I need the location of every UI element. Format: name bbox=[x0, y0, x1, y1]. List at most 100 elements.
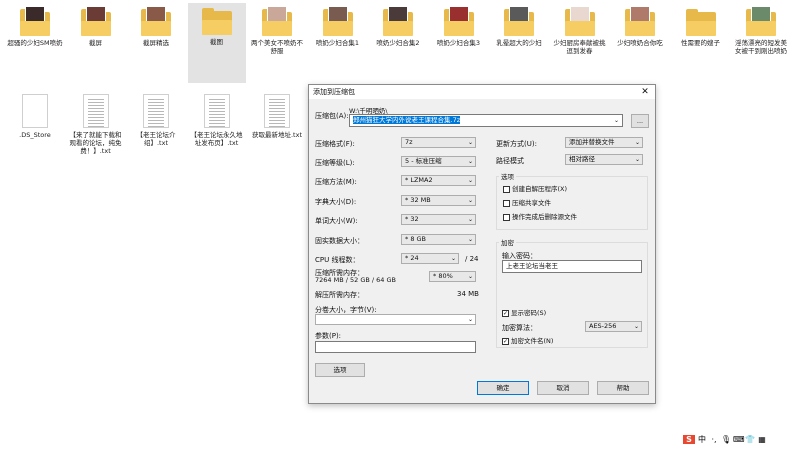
chevron-down-icon: ⌄ bbox=[467, 177, 473, 184]
cancel-button[interactable]: 取消 bbox=[537, 381, 589, 395]
path-label: 路径模式 bbox=[496, 157, 524, 165]
skin-icon[interactable]: 👕 bbox=[745, 435, 755, 444]
enc-method-label: 加密算法： bbox=[502, 324, 537, 332]
sogou-ime-icon[interactable]: S bbox=[683, 434, 695, 444]
desktop-folder[interactable]: 截屏 bbox=[67, 4, 125, 84]
level-label: 压缩等级(L): bbox=[315, 159, 355, 167]
password-input[interactable]: 上老王论坛当老王 bbox=[502, 260, 642, 273]
params-input[interactable] bbox=[315, 341, 476, 353]
enc-method-value: AES-256 bbox=[589, 322, 617, 330]
desktop-folder[interactable]: 两个美女不喷奶不舒服 bbox=[248, 4, 306, 84]
ok-button[interactable]: 确定 bbox=[477, 381, 529, 395]
system-tray: S 中 ·, 🎙 ⌨ 👕 ▦ bbox=[683, 431, 767, 447]
desktop-file[interactable]: 【老王论坛永久地址发布页】.txt bbox=[188, 90, 246, 172]
options-group-label: 选项 bbox=[499, 171, 516, 181]
folder-icon bbox=[141, 6, 171, 36]
format-select[interactable]: 7z ⌄ bbox=[401, 137, 476, 148]
folder-icon bbox=[443, 6, 474, 36]
desktop-file[interactable]: 获取最新地址.txt bbox=[248, 90, 306, 172]
path-select[interactable]: 相对路径 ⌄ bbox=[565, 154, 643, 165]
mem-percent-select[interactable]: * 80% ⌄ bbox=[429, 271, 476, 282]
ime-mode-icon[interactable]: 中 bbox=[697, 434, 707, 445]
toolbox-icon[interactable]: ▦ bbox=[757, 435, 767, 444]
options-button[interactable]: 选项 bbox=[315, 363, 365, 377]
desktop-folder[interactable]: 截图 bbox=[187, 3, 246, 83]
desktop-folder[interactable]: 乳晕超大的少妇 bbox=[490, 4, 548, 84]
folder-label: 淫荡漂亮的短发美女被干到刚出喷奶 bbox=[735, 39, 787, 55]
chevron-down-icon: ⌄ bbox=[450, 255, 456, 262]
solid-select[interactable]: * 8 GB ⌄ bbox=[401, 234, 476, 245]
folder-icon bbox=[625, 6, 655, 36]
method-value: * LZMA2 bbox=[405, 176, 433, 184]
desktop-folder[interactable]: 淫荡漂亮的短发美女被干到刚出喷奶 bbox=[732, 4, 790, 84]
decomp-label: 解压所需内存： bbox=[315, 291, 364, 299]
desktop-file[interactable]: 【老王论坛介绍】.txt bbox=[127, 90, 185, 172]
archive-name-input[interactable]: 郑州猫狂大学内外说老王课程合集.7z ⌄ bbox=[349, 114, 623, 127]
level-value: 5 - 标准压缩 bbox=[405, 157, 442, 165]
desktop-folder[interactable]: 喷奶少妇合集2 bbox=[369, 4, 427, 84]
chevron-down-icon: ⌄ bbox=[467, 216, 473, 223]
level-select[interactable]: 5 - 标准压缩 ⌄ bbox=[401, 156, 476, 167]
file-label: 获取最新地址.txt bbox=[251, 131, 302, 139]
folder-label: 性需要的嫂子 bbox=[681, 39, 720, 47]
folder-icon bbox=[201, 8, 232, 35]
sfx-checkbox[interactable]: 创建自解压程序(X) bbox=[503, 185, 567, 193]
desktop-folder[interactable]: 喷奶少妇合集3 bbox=[430, 4, 488, 84]
folder-label: 截图 bbox=[210, 38, 223, 46]
desktop-folder[interactable]: 性需要的嫂子 bbox=[672, 4, 730, 84]
enc-method-select[interactable]: AES-256 ⌄ bbox=[585, 321, 642, 332]
folder-label: 喷奶少妇合集3 bbox=[436, 39, 481, 47]
blank-file-icon bbox=[22, 94, 48, 128]
word-select[interactable]: * 32 ⌄ bbox=[401, 214, 476, 225]
params-label: 参数(P): bbox=[315, 332, 342, 340]
desktop-file[interactable]: 【来了就能下载和观看的论坛，纯免费！】.txt bbox=[67, 90, 125, 172]
punctuation-icon[interactable]: ·, bbox=[709, 435, 719, 444]
dialog-titlebar[interactable]: 添加到压缩包 ✕ bbox=[309, 85, 655, 99]
cpu-select[interactable]: * 24 ⌄ bbox=[401, 253, 459, 264]
mem-detail: 7264 MB / 52 GB / 64 GB bbox=[315, 276, 396, 284]
desktop-folder[interactable]: 少妇喷奶合你吃 bbox=[611, 4, 669, 84]
update-value: 添加并替换文件 bbox=[569, 138, 615, 146]
folder-icon bbox=[685, 9, 716, 36]
method-select[interactable]: * LZMA2 ⌄ bbox=[401, 175, 476, 186]
chevron-down-icon: ⌄ bbox=[633, 323, 639, 330]
close-icon[interactable]: ✕ bbox=[635, 85, 655, 99]
folder-icon bbox=[383, 6, 413, 36]
folder-label: 少妇厨房奉献被挑逗到发春 bbox=[553, 39, 606, 55]
chevron-down-icon: ⌄ bbox=[467, 273, 473, 280]
add-to-archive-dialog: 添加到压缩包 ✕ 压缩包(A): W:\千明晒奶\ 郑州猫狂大学内外说老王课程合… bbox=[308, 84, 656, 404]
desktop-folder[interactable]: 喷奶少妇合集1 bbox=[309, 4, 367, 84]
solid-label: 固实数据大小： bbox=[315, 237, 364, 245]
split-select[interactable]: ⌄ bbox=[315, 314, 476, 325]
shared-checkbox[interactable]: 压缩共享文件 bbox=[503, 199, 551, 207]
dict-select[interactable]: * 32 MB ⌄ bbox=[401, 195, 476, 206]
chevron-down-icon: ⌄ bbox=[467, 236, 473, 243]
chevron-down-icon[interactable]: ⌄ bbox=[614, 115, 619, 126]
word-value: * 32 bbox=[405, 215, 419, 223]
dict-value: * 32 MB bbox=[405, 196, 431, 204]
update-select[interactable]: 添加并替换文件 ⌄ bbox=[565, 137, 643, 148]
text-file-icon bbox=[82, 94, 109, 128]
folder-icon bbox=[746, 6, 776, 36]
folder-label: 超骚的少妇SM喷奶 bbox=[7, 39, 63, 47]
archive-name-text: 郑州猫狂大学内外说老王课程合集.7z bbox=[353, 116, 461, 124]
folder-label: 少妇喷奶合你吃 bbox=[617, 39, 663, 47]
desktop-folder[interactable]: 少妇厨房奉献被挑逗到发春 bbox=[551, 4, 609, 84]
desktop-folder[interactable]: 截屏精选 bbox=[127, 4, 185, 84]
dict-label: 字典大小(D): bbox=[315, 198, 357, 206]
browse-button[interactable]: ... bbox=[631, 114, 649, 128]
microphone-icon[interactable]: 🎙 bbox=[721, 435, 731, 444]
desktop-folder[interactable]: 超骚的少妇SM喷奶 bbox=[6, 4, 64, 84]
show-password-checkbox[interactable]: ✓ 显示密码(S) bbox=[502, 309, 546, 317]
keyboard-icon[interactable]: ⌨ bbox=[733, 435, 745, 444]
delete-checkbox[interactable]: 操作完成后删除源文件 bbox=[503, 213, 577, 221]
encrypt-names-checkbox[interactable]: ✓ 加密文件名(N) bbox=[502, 337, 553, 345]
format-label: 压缩格式(F): bbox=[315, 140, 355, 148]
text-file-icon bbox=[143, 94, 169, 128]
solid-value: * 8 GB bbox=[405, 235, 427, 243]
help-button[interactable]: 帮助 bbox=[597, 381, 649, 395]
folder-label: 乳晕超大的少妇 bbox=[496, 39, 542, 47]
desktop-file[interactable]: .DS_Store bbox=[6, 90, 64, 172]
method-label: 压缩方法(M): bbox=[315, 178, 357, 186]
dialog-title: 添加到压缩包 bbox=[313, 88, 355, 96]
